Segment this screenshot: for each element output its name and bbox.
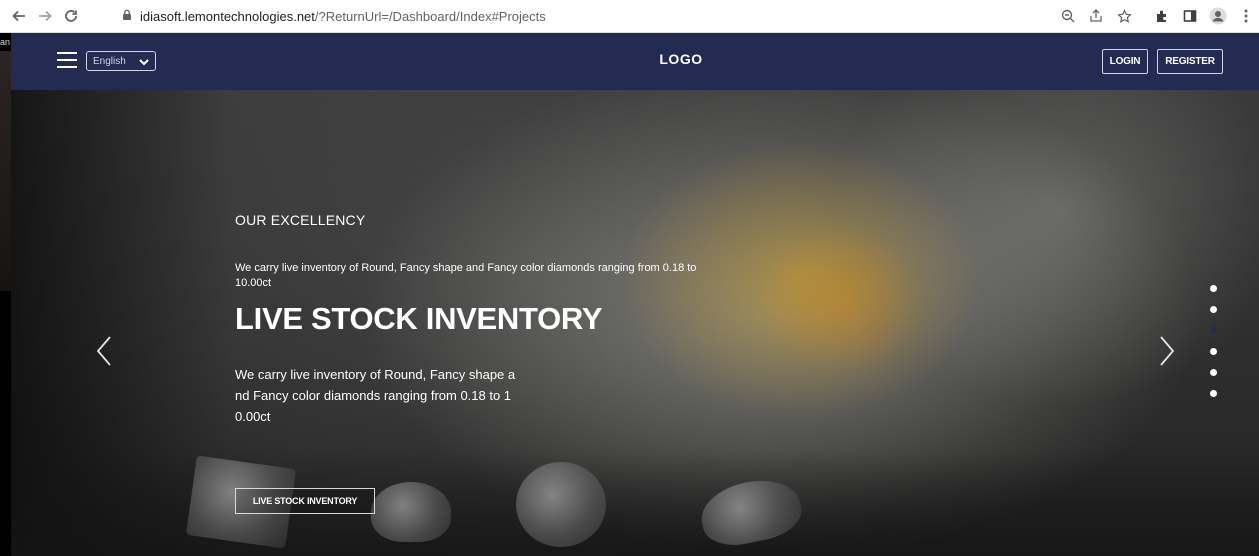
share-icon[interactable] xyxy=(1086,6,1106,26)
url-path: /?ReturnUrl=/Dashboard/Index#Projects xyxy=(314,9,546,24)
url-host: idiasoft.lemontechnologies.net xyxy=(140,9,315,24)
background-window-image xyxy=(0,51,11,291)
forward-icon[interactable] xyxy=(34,5,56,27)
more-menu-icon[interactable] xyxy=(1236,6,1256,26)
profile-avatar-icon[interactable] xyxy=(1208,6,1228,26)
side-panel-icon[interactable] xyxy=(1180,6,1200,26)
chevron-down-icon xyxy=(138,55,150,73)
url-text: idiasoft.lemontechnologies.net/?ReturnUr… xyxy=(140,9,546,24)
language-value: English xyxy=(93,55,126,67)
carousel-indicators xyxy=(1210,285,1222,411)
hero-carousel: OUR EXCELLENCY We carry live inventory o… xyxy=(11,90,1259,556)
address-bar[interactable]: idiasoft.lemontechnologies.net/?ReturnUr… xyxy=(110,4,560,29)
carousel-dot[interactable] xyxy=(1210,285,1217,292)
prev-slide-icon[interactable] xyxy=(93,333,117,369)
hero-eyebrow: OUR EXCELLENCY xyxy=(235,212,366,228)
hero-title: LIVE STOCK INVENTORY xyxy=(235,301,603,336)
background-window-strip: an xyxy=(0,33,11,556)
zoom-icon[interactable] xyxy=(1058,6,1078,26)
carousel-dot[interactable] xyxy=(1210,390,1217,397)
diamond-image xyxy=(516,462,606,547)
background-window-text: an xyxy=(0,37,11,47)
hero-small-description: We carry live inventory of Round, Fancy … xyxy=(235,262,697,289)
browser-toolbar: idiasoft.lemontechnologies.net/?ReturnUr… xyxy=(0,0,1259,33)
live-stock-inventory-button[interactable]: LIVE STOCK INVENTORY xyxy=(235,488,375,514)
back-icon[interactable] xyxy=(8,5,30,27)
reload-icon[interactable] xyxy=(60,5,82,27)
bookmark-star-icon[interactable] xyxy=(1114,6,1134,26)
carousel-dot-active[interactable] xyxy=(1210,327,1217,334)
hero-description-line: nd Fancy color diamonds ranging from 0.1… xyxy=(235,388,512,403)
carousel-dot[interactable] xyxy=(1210,348,1217,355)
carousel-dot[interactable] xyxy=(1210,306,1217,313)
carousel-dot[interactable] xyxy=(1210,369,1217,376)
next-slide-icon[interactable] xyxy=(1154,333,1178,369)
diamond-image xyxy=(371,482,451,542)
login-button[interactable]: LOGIN xyxy=(1102,49,1148,74)
lock-icon xyxy=(122,8,132,26)
hero-description-line: 0.00ct xyxy=(235,409,271,424)
hamburger-menu-icon[interactable] xyxy=(57,52,77,70)
site-logo[interactable]: LOGO xyxy=(631,51,731,67)
hero-description-line: We carry live inventory of Round, Fancy … xyxy=(235,367,516,382)
language-select[interactable]: English xyxy=(86,51,156,71)
register-button[interactable]: REGISTER xyxy=(1157,49,1223,74)
hero-description: We carry live inventory of Round, Fancy … xyxy=(235,364,545,427)
site-header: English LOGO LOGIN REGISTER xyxy=(11,33,1259,90)
extensions-icon[interactable] xyxy=(1152,6,1172,26)
